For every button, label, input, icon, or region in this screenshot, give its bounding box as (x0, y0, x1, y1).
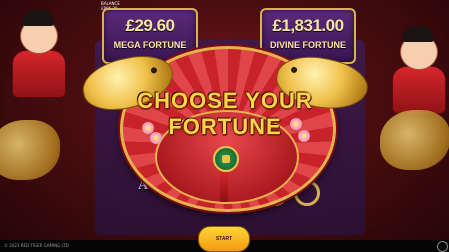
blossom-icon (290, 118, 302, 130)
child-character-right (382, 22, 449, 114)
jackpot-label: MEGA FORTUNE (113, 40, 187, 50)
title-line-1: CHOOSE YOUR (137, 88, 313, 113)
jade-coin-knot-icon (213, 146, 239, 172)
jackpot-amount: £29.60 (125, 16, 176, 35)
blossom-icon (298, 130, 310, 142)
blossom-icon (150, 132, 162, 144)
character-hair (402, 26, 434, 42)
footer-text: © 2023 RED TIGER GAMING LTD (4, 243, 69, 248)
start-button[interactable]: START (198, 226, 250, 252)
settings-gear-icon[interactable] (437, 241, 448, 252)
character-body (392, 66, 446, 114)
side-carp-right (380, 110, 449, 170)
carp-eye (150, 66, 158, 74)
red-tassel (220, 172, 228, 202)
jackpot-amount: £1,831.00 (272, 16, 344, 35)
carp-eye (290, 66, 298, 74)
jackpot-label: DIVINE FORTUNE (269, 40, 346, 50)
character-hair (22, 10, 54, 26)
character-body (12, 50, 66, 98)
game-screen: BALANCE £896.29 £29.60 MEGA FORTUNE £1,8… (0, 0, 449, 252)
child-character-left (2, 6, 72, 98)
